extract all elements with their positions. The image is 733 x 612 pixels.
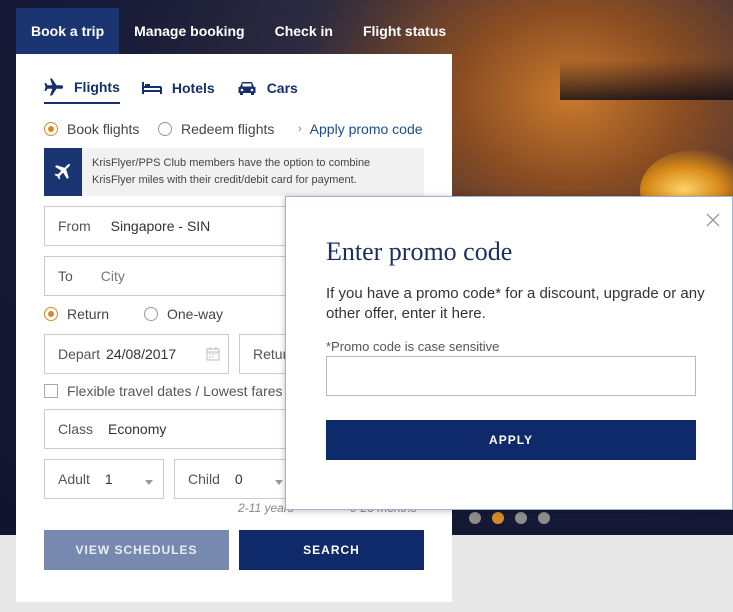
promo-code-modal: Enter promo code If you have a promo cod… <box>285 196 733 510</box>
chevron-down-icon <box>145 480 153 485</box>
skyline-image <box>560 60 733 100</box>
car-icon <box>237 80 257 96</box>
from-label: From <box>58 218 91 234</box>
info-text: KrisFlyer/PPS Club members have the opti… <box>92 155 370 189</box>
class-value: Economy <box>108 421 167 437</box>
subtab-hotels[interactable]: Hotels <box>141 78 215 104</box>
modal-description: If you have a promo code* for a discount… <box>326 285 705 322</box>
child-label: Child <box>188 471 220 487</box>
promo-code-input[interactable] <box>326 356 696 396</box>
carousel-dot[interactable] <box>492 512 504 524</box>
subtab-flights[interactable]: Flights <box>44 78 120 104</box>
view-schedules-button[interactable]: VIEW SCHEDULES <box>44 530 229 570</box>
subtab-label: Flights <box>74 79 120 95</box>
from-value: Singapore - SIN <box>110 218 211 234</box>
depart-value: 24/08/2017 <box>106 346 177 362</box>
info-line: KrisFlyer/PPS Club members have the opti… <box>92 157 371 169</box>
subtab-label: Hotels <box>171 80 215 96</box>
case-sensitive-note: *Promo code is case sensitive <box>326 339 500 354</box>
carousel-dot[interactable] <box>515 512 527 524</box>
tab-manage-booking[interactable]: Manage booking <box>119 8 259 54</box>
close-icon[interactable] <box>706 213 720 227</box>
carousel-dot[interactable] <box>469 512 481 524</box>
adult-value: 1 <box>104 471 113 487</box>
flexible-dates-label: Flexible travel dates / Lowest fares <box>67 383 283 399</box>
subtab-cars[interactable]: Cars <box>237 78 298 104</box>
radio-label: One-way <box>167 306 224 322</box>
carousel-dots <box>469 512 550 524</box>
class-label: Class <box>58 421 94 437</box>
airplane-icon <box>44 78 64 96</box>
adult-label: Adult <box>58 471 90 487</box>
flexible-dates-checkbox[interactable] <box>44 384 58 398</box>
radio-redeem-flights[interactable]: Redeem flights <box>158 121 274 137</box>
return-label: Retur <box>253 346 288 362</box>
radio-book-flights[interactable]: Book flights <box>44 121 139 137</box>
apply-button[interactable]: APPLY <box>326 420 696 460</box>
tab-flight-status[interactable]: Flight status <box>348 8 461 54</box>
subtab-label: Cars <box>266 80 298 96</box>
radio-label: Return <box>67 306 110 322</box>
radio-button[interactable] <box>44 122 58 136</box>
carousel-dot[interactable] <box>538 512 550 524</box>
booking-subtabs: Flights Hotels Cars <box>44 78 320 104</box>
top-nav: Book a trip Manage booking Check in Flig… <box>16 8 461 54</box>
search-button[interactable]: SEARCH <box>239 530 424 570</box>
depart-field[interactable]: Depart 24/08/2017 <box>44 334 229 374</box>
chevron-right-icon: › <box>298 123 302 135</box>
child-select[interactable]: Child 0 <box>174 459 294 499</box>
to-placeholder: City <box>100 268 125 284</box>
to-label: To <box>58 268 73 284</box>
radio-one-way[interactable]: One-way <box>144 306 223 322</box>
krisflyer-info: KrisFlyer/PPS Club members have the opti… <box>44 148 424 196</box>
radio-label: Redeem flights <box>181 121 275 137</box>
radio-button[interactable] <box>44 307 58 321</box>
modal-title: Enter promo code <box>326 237 513 266</box>
radio-return[interactable]: Return <box>44 306 109 322</box>
adult-select[interactable]: Adult 1 <box>44 459 164 499</box>
tab-book-a-trip[interactable]: Book a trip <box>16 8 120 54</box>
radio-button[interactable] <box>158 122 172 136</box>
chevron-down-icon <box>275 480 283 485</box>
child-value: 0 <box>234 471 243 487</box>
depart-label: Depart <box>58 346 101 362</box>
link-label: Apply promo code <box>309 121 423 137</box>
info-line: KrisFlyer miles with their credit/debit … <box>92 174 357 186</box>
tab-check-in[interactable]: Check in <box>260 8 348 54</box>
airplane-icon <box>44 148 82 196</box>
bed-icon <box>141 81 162 95</box>
radio-label: Book flights <box>67 121 140 137</box>
radio-button[interactable] <box>144 307 158 321</box>
calendar-icon <box>206 347 220 364</box>
apply-promo-link[interactable]: › Apply promo code <box>298 121 423 137</box>
